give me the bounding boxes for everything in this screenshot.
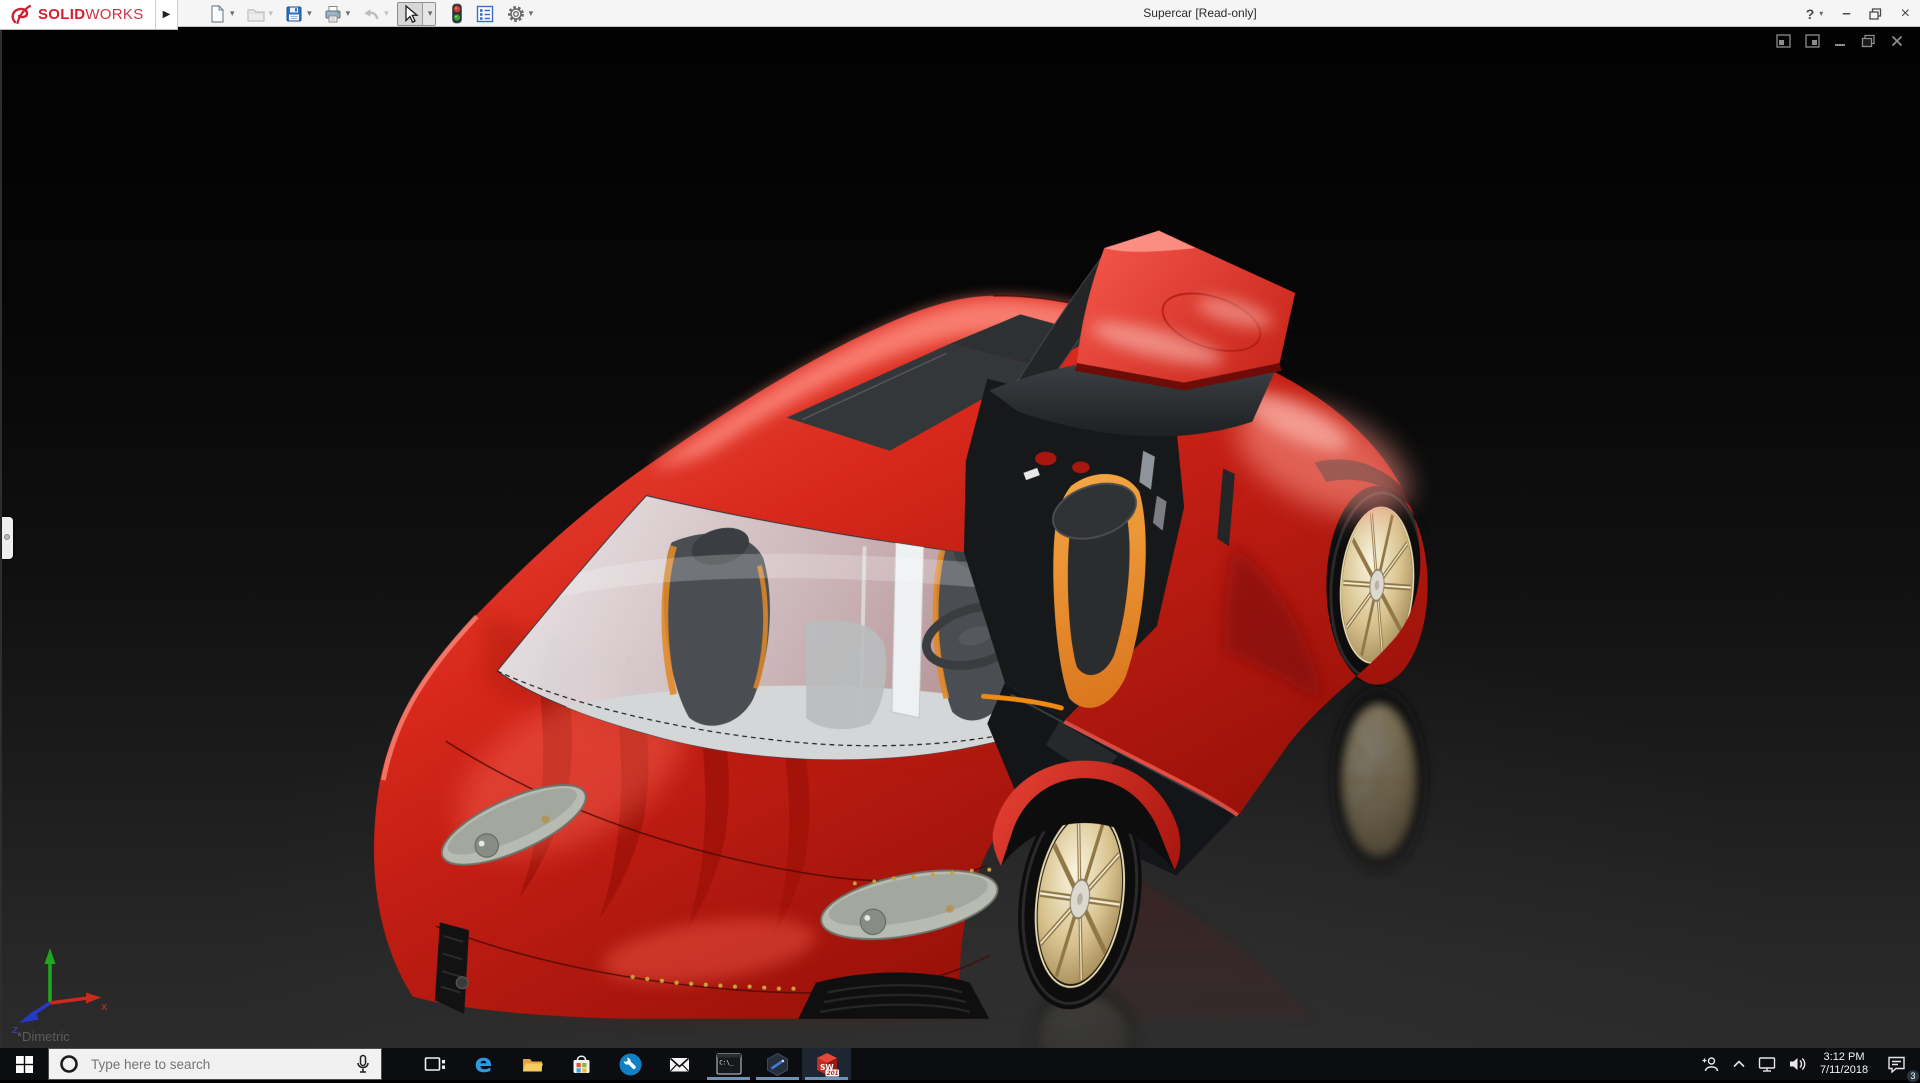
select-tool-button[interactable]: ▾ xyxy=(396,1,436,26)
notification-badge: 3 xyxy=(1906,1069,1920,1083)
network-icon xyxy=(1758,1057,1776,1072)
system-tray: 3:12 PM 7/11/2018 3 xyxy=(1696,1048,1920,1083)
title-bar: SOLIDWORKS ▶ ▾ ▾ ▾ ▾ ▾ ▾ ▾ Supercar [Rea… xyxy=(0,0,1920,30)
ds-swoosh-icon xyxy=(11,4,32,24)
action-center-button[interactable]: 3 xyxy=(1876,1048,1920,1083)
print-button[interactable]: ▾ xyxy=(320,2,354,26)
new-document-icon xyxy=(211,4,225,23)
hexagon-app-icon xyxy=(767,1052,788,1076)
action-center-icon xyxy=(1887,1056,1905,1074)
file-explorer-button[interactable] xyxy=(508,1048,557,1080)
close-button[interactable]: × xyxy=(1901,5,1910,23)
mail-button[interactable] xyxy=(655,1048,704,1080)
edge-button[interactable]: e xyxy=(459,1048,508,1080)
help-button[interactable]: ? xyxy=(1806,6,1815,22)
document-window-right-icon[interactable] xyxy=(1805,34,1820,48)
new-document-button[interactable]: ▾ xyxy=(204,2,238,26)
windows-taskbar: e xyxy=(0,1048,1920,1083)
file-properties-button[interactable] xyxy=(472,2,498,26)
people-icon xyxy=(1702,1057,1719,1072)
undo-arrow-icon xyxy=(364,8,379,19)
clock[interactable]: 3:12 PM 7/11/2018 xyxy=(1812,1048,1876,1080)
start-button[interactable] xyxy=(0,1048,48,1080)
undo-button[interactable]: ▾ xyxy=(358,2,392,26)
side-vent xyxy=(434,922,470,1014)
save-floppy-icon xyxy=(286,6,302,21)
document-minimize-icon[interactable] xyxy=(1834,34,1847,48)
wrench-circle-icon xyxy=(619,1053,642,1075)
x-axis-arrow xyxy=(86,992,101,1004)
print-icon xyxy=(325,5,341,22)
file-explorer-icon xyxy=(523,1058,543,1071)
document-title: Supercar [Read-only] xyxy=(1143,6,1257,20)
network-button[interactable] xyxy=(1752,1048,1782,1080)
chevron-up-icon xyxy=(1733,1060,1745,1068)
brand-text: SOLIDWORKS xyxy=(38,6,144,23)
y-axis-arrow xyxy=(44,948,56,964)
search-input[interactable] xyxy=(89,1055,345,1073)
taskbar-apps: e C:\_ SW 201 xyxy=(410,1048,851,1080)
people-button[interactable] xyxy=(1696,1048,1726,1080)
rebuild-traffic-light-icon xyxy=(451,3,462,24)
select-cursor-icon xyxy=(405,4,419,23)
command-prompt-button[interactable]: C:\_ xyxy=(704,1048,753,1080)
rebuild-button[interactable] xyxy=(447,2,467,26)
speaker-icon xyxy=(1790,1057,1806,1071)
save-button[interactable]: ▾ xyxy=(281,2,315,26)
task-view-icon xyxy=(424,1056,445,1071)
standard-toolbar: ▾ ▾ ▾ ▾ ▾ ▾ ▾ xyxy=(204,1,541,26)
taskbar-search[interactable] xyxy=(48,1048,382,1080)
show-hidden-icons-button[interactable] xyxy=(1726,1048,1752,1080)
graphics-viewport[interactable]: x z *Dimetric xyxy=(0,27,1920,1048)
command-prompt-icon: C:\_ xyxy=(716,1053,741,1075)
file-properties-icon xyxy=(476,5,493,22)
solidworks-2017-icon: SW 2017 xyxy=(816,1053,840,1077)
store-button[interactable] xyxy=(557,1048,606,1080)
solidworks-logo: SOLIDWORKS xyxy=(0,0,156,30)
open-folder-icon xyxy=(246,8,265,22)
menu-flyout-button[interactable]: ▶ xyxy=(156,0,178,30)
document-close-icon[interactable] xyxy=(1890,34,1904,48)
document-window-left-icon[interactable] xyxy=(1776,34,1791,48)
document-window-controls xyxy=(1776,34,1904,48)
open-button[interactable]: ▾ xyxy=(243,2,277,26)
document-restore-icon[interactable] xyxy=(1861,34,1876,48)
store-icon xyxy=(573,1054,590,1073)
mail-icon xyxy=(669,1057,690,1071)
hexagon-app-button[interactable] xyxy=(753,1048,802,1080)
orientation-triad: x z xyxy=(12,948,108,1035)
windows-logo-icon xyxy=(15,1055,33,1073)
microphone-icon[interactable] xyxy=(355,1054,371,1074)
select-tool-dropdown[interactable]: ▾ xyxy=(421,2,435,25)
solidworks-2017-button[interactable]: SW 2017 xyxy=(802,1048,851,1080)
help-dropdown[interactable]: ▾ xyxy=(1819,9,1823,18)
cortana-ring-icon[interactable] xyxy=(59,1054,79,1074)
wrench-app-button[interactable] xyxy=(606,1048,655,1080)
tray-date: 7/11/2018 xyxy=(1819,1064,1869,1076)
x-axis-label: x xyxy=(101,1000,108,1013)
task-view-button[interactable] xyxy=(410,1048,459,1080)
options-button[interactable]: ▾ xyxy=(503,2,537,26)
options-gear-icon xyxy=(507,5,524,22)
view-orientation-label: *Dimetric xyxy=(17,1029,70,1044)
feature-panel-tab[interactable] xyxy=(2,517,13,559)
edge-icon: e xyxy=(474,1049,493,1079)
window-controls: ? ▾ – × xyxy=(1806,0,1910,27)
restore-button[interactable] xyxy=(1869,7,1882,20)
minimize-button[interactable]: – xyxy=(1842,5,1850,22)
svg-text:C:\_: C:\_ xyxy=(719,1060,734,1067)
volume-button[interactable] xyxy=(1782,1048,1812,1080)
panel-tab-dot xyxy=(4,534,10,540)
car-model-canvas[interactable] xyxy=(2,27,1920,1048)
tray-time: 3:12 PM xyxy=(1823,1051,1865,1063)
